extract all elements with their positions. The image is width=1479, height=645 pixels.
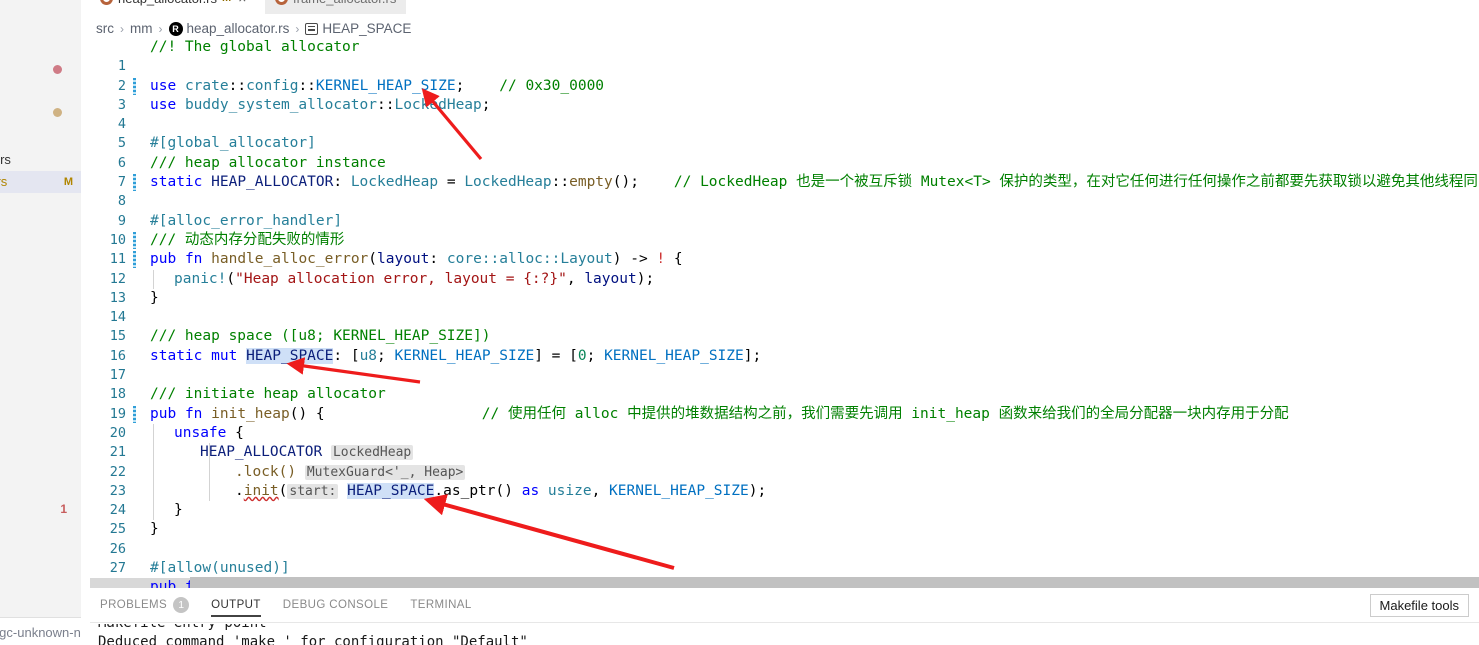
- inlay-hint-type: MutexGuard<'_, Heap>: [304, 464, 466, 480]
- makefile-tools-button[interactable]: Makefile tools: [1369, 594, 1469, 617]
- sidebar-divider: [0, 617, 81, 618]
- inlay-hint-param: start:: [287, 483, 339, 499]
- code-line[interactable]: 5: [90, 115, 1479, 151]
- field-symbol-icon: [305, 22, 319, 35]
- code-line[interactable]: 26 }: [90, 520, 1479, 556]
- code-line[interactable]: 19 /// initiate heap allocator: [90, 385, 1479, 421]
- editor-tab-bar[interactable]: heap_allocator.rs M × frame_allocator.rs: [90, 0, 1479, 14]
- breadcrumb-separator-icon: ›: [295, 21, 300, 36]
- tab-problems[interactable]: PROBLEMS 1: [100, 596, 190, 618]
- rust-file-icon: R: [168, 21, 183, 36]
- breadcrumb-separator-icon: ›: [158, 21, 163, 36]
- code-line[interactable]: 14 }: [90, 289, 1479, 325]
- code-line[interactable]: 2: [90, 57, 1479, 94]
- code-line[interactable]: 23 .lock() MutexGuard<'_, Heap>: [90, 462, 1479, 499]
- panel-tab-label: TERMINAL: [410, 598, 472, 611]
- output-panel-content[interactable]: Makefile entry point Deduced command 'ma…: [98, 624, 1479, 645]
- panel-tab-list[interactable]: PROBLEMS 1 OUTPUT DEBUG CONSOLE TERMINAL: [100, 594, 472, 620]
- code-line[interactable]: 13 panic!("Heap allocation error, layout…: [90, 269, 1479, 306]
- output-line: Deduced command 'make ' for configuratio…: [98, 634, 528, 645]
- code-editor[interactable]: 1 //! The global allocator 2 3 use crate…: [90, 38, 1479, 588]
- close-icon[interactable]: ×: [238, 0, 246, 6]
- code-line[interactable]: 1 //! The global allocator: [90, 38, 1479, 74]
- breadcrumb[interactable]: src › mm › R heap_allocator.rs › HEAP_SP…: [96, 19, 411, 38]
- explorer-file-name: or.rs: [0, 174, 8, 189]
- panel-divider: [90, 622, 1479, 623]
- tab-dirty-badge: M: [222, 0, 231, 4]
- editor-horizontal-scrollbar[interactable]: [190, 577, 1479, 588]
- modified-line-indicator: [133, 231, 136, 249]
- output-line-clipped: Makefile entry point: [98, 624, 1479, 633]
- tab-output[interactable]: OUTPUT: [211, 598, 261, 617]
- list-item[interactable]: s: [0, 234, 81, 256]
- status-bar-target-triple[interactable]: riscv64gc-unknown-none-elf: [0, 625, 81, 645]
- tab-terminal[interactable]: TERMINAL: [410, 599, 471, 616]
- code-line[interactable]: 8 static HEAP_ALLOCATOR: LockedHeap = Lo…: [90, 173, 1479, 209]
- code-line[interactable]: 9: [90, 192, 1479, 229]
- status-badge: 1: [173, 596, 190, 613]
- code-line[interactable]: 3 use crate::config::KERNEL_HEAP_SIZE; /…: [90, 77, 1479, 113]
- decoration-dot-error: [53, 65, 62, 74]
- code-line[interactable]: 10 #[alloc_error_handler]: [90, 212, 1479, 248]
- code-line[interactable]: 16 /// heap space ([u8; KERNEL_HEAP_SIZE…: [90, 327, 1479, 363]
- tab-label: frame_allocator.rs: [293, 0, 396, 6]
- problem-count-badge: 1: [60, 502, 67, 516]
- breadcrumb-item-file[interactable]: R heap_allocator.rs: [168, 21, 289, 36]
- code-line[interactable]: 7 /// heap allocator instance: [90, 154, 1479, 190]
- tab-debug-console[interactable]: DEBUG CONSOLE: [283, 599, 389, 616]
- code-line[interactable]: 24 .init(start: HEAP_SPACE.as_ptr() as u…: [90, 481, 1479, 518]
- rust-file-icon: [100, 0, 113, 5]
- explorer-file-name: tor.rs: [0, 152, 11, 167]
- modified-line-indicator: [133, 174, 136, 192]
- tab-label: heap_allocator.rs: [118, 0, 217, 6]
- code-line[interactable]: 28 #[allow(unused)]: [90, 559, 1479, 588]
- panel-tab-label: OUTPUT: [211, 598, 261, 611]
- list-item[interactable]: tor.rs: [0, 149, 81, 171]
- code-line[interactable]: 11 /// 动态内存分配失败的情形: [90, 231, 1479, 267]
- code-line[interactable]: 21 unsafe {: [90, 423, 1479, 460]
- symbol-occurrence-highlight: HEAP_SPACE: [246, 347, 334, 364]
- code-line[interactable]: 12 pub fn handle_alloc_error(layout: cor…: [90, 250, 1479, 287]
- code-line[interactable]: 17 static mut HEAP_SPACE: [u8; KERNEL_HE…: [90, 347, 1479, 383]
- code-line[interactable]: 6 #[global_allocator]: [90, 134, 1479, 170]
- code-line[interactable]: 27: [90, 540, 1479, 576]
- list-item[interactable]: rs: [0, 193, 81, 215]
- tab-heap-allocator-rs[interactable]: heap_allocator.rs M ×: [90, 0, 257, 14]
- breadcrumb-item-symbol[interactable]: HEAP_SPACE: [305, 21, 411, 36]
- breadcrumb-separator-icon: ›: [120, 21, 124, 36]
- symbol-occurrence-highlight: HEAP_SPACE: [347, 482, 435, 499]
- modified-line-indicator: [133, 77, 136, 95]
- explorer-sidebar[interactable]: tor.rs or.rs M rs s 1: [0, 0, 81, 617]
- code-line[interactable]: 22 HEAP_ALLOCATOR LockedHeap: [90, 443, 1479, 480]
- tab-frame-allocator-rs[interactable]: frame_allocator.rs: [265, 0, 407, 14]
- list-item[interactable]: or.rs M: [0, 171, 81, 193]
- code-line[interactable]: 15: [90, 308, 1479, 344]
- bottom-panel[interactable]: PROBLEMS 1 OUTPUT DEBUG CONSOLE TERMINAL…: [90, 590, 1479, 645]
- panel-tab-label: DEBUG CONSOLE: [282, 598, 389, 611]
- breadcrumb-item-mm[interactable]: mm: [130, 21, 153, 36]
- code-line[interactable]: 18: [90, 366, 1479, 402]
- inlay-hint-type: LockedHeap: [330, 445, 414, 461]
- modified-line-indicator: [133, 251, 136, 269]
- code-line[interactable]: 20 pub fn init_heap() { // 使用任何 alloc 中提…: [90, 405, 1479, 441]
- decoration-dot-modified: [53, 108, 62, 117]
- code-line[interactable]: 25 }: [90, 501, 1479, 537]
- rust-file-icon: [275, 0, 288, 5]
- code-line[interactable]: 4 use buddy_system_allocator::LockedHeap…: [90, 96, 1479, 132]
- modified-line-indicator: [133, 405, 136, 423]
- panel-tab-label: PROBLEMS: [100, 598, 168, 611]
- breadcrumb-item-src[interactable]: src: [96, 21, 114, 36]
- explorer-file-badge: M: [63, 176, 73, 188]
